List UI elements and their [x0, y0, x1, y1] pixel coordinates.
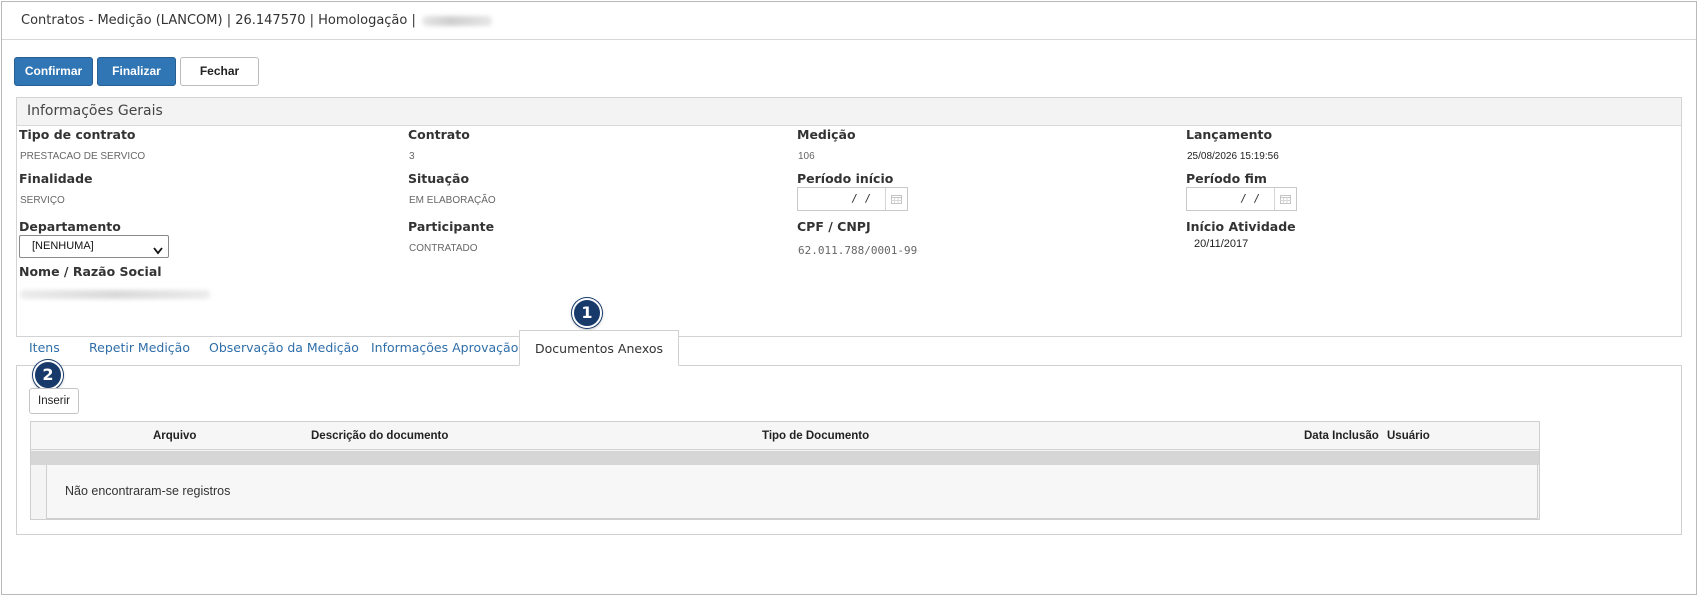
callout-marker-1: 1	[572, 298, 602, 328]
close-button[interactable]: Fechar	[180, 57, 259, 86]
table-header: Arquivo Descrição do documento Tipo de D…	[31, 422, 1539, 450]
redacted-user	[421, 15, 492, 26]
confirm-button[interactable]: Confirmar	[14, 57, 93, 86]
department-select[interactable]: [NENHUMA]	[19, 235, 169, 258]
documents-table: Arquivo Descrição do documento Tipo de D…	[30, 421, 1540, 520]
cpf-cnpj-label: CPF / CNPJ	[797, 219, 871, 234]
period-end-input[interactable]: / /	[1187, 188, 1274, 210]
status-label: Situação	[408, 171, 470, 186]
insert-button[interactable]: Inserir	[29, 388, 79, 414]
table-body: Não encontraram-se registros	[46, 465, 1538, 519]
measurement-label: Medição	[797, 127, 856, 142]
period-end-field[interactable]: / /	[1186, 187, 1297, 211]
window-title-bar: Contratos - Medição (LANCOM) | 26.147570…	[2, 2, 1696, 40]
participant-label: Participante	[408, 219, 495, 234]
name-label: Nome / Razão Social	[19, 264, 162, 279]
column-header-descricao[interactable]: Descrição do documento	[311, 422, 448, 450]
callout-marker-2: 2	[33, 360, 63, 390]
measurement-value: 106	[798, 151, 815, 162]
contract-value: 3	[409, 151, 415, 162]
empty-records-message: Não encontraram-se registros	[65, 484, 231, 498]
tab-informacoes-aprovacao[interactable]: Informações Aprovação	[371, 330, 518, 366]
activity-start-label: Início Atividade	[1186, 219, 1296, 234]
status-value: EM ELABORAÇÃO	[409, 195, 496, 206]
calendar-icon[interactable]	[1274, 188, 1296, 210]
purpose-value: SERVIÇO	[20, 195, 65, 206]
period-start-input[interactable]: / /	[798, 188, 885, 210]
cpf-cnpj-value: 62.011.788/0001-99	[798, 244, 918, 257]
department-select-value: [NENHUMA]	[32, 240, 94, 252]
window-title: Contratos - Medição (LANCOM) | 26.147570…	[21, 13, 416, 28]
chevron-down-icon	[153, 242, 163, 263]
purpose-label: Finalidade	[19, 171, 93, 186]
column-header-data-inclusao[interactable]: Data Inclusão	[1304, 422, 1379, 450]
contract-type-value: PRESTACAO DE SERVICO	[20, 151, 146, 162]
column-header-arquivo[interactable]: Arquivo	[153, 422, 196, 450]
period-start-label: Período início	[797, 171, 894, 186]
launch-value: 25/08/2026 15:19:56	[1187, 151, 1279, 162]
contract-type-label: Tipo de contrato	[19, 127, 136, 142]
activity-start-value: 20/11/2017	[1194, 238, 1249, 250]
contract-label: Contrato	[408, 127, 470, 142]
table-group-band	[31, 451, 1539, 465]
participant-value: CONTRATADO	[409, 243, 478, 254]
period-start-field[interactable]: / /	[797, 187, 908, 211]
calendar-icon[interactable]	[885, 188, 907, 210]
finalize-button[interactable]: Finalizar	[97, 57, 176, 86]
redacted-name-value	[20, 290, 210, 299]
column-header-usuario[interactable]: Usuário	[1387, 422, 1430, 450]
tab-repetir-medicao[interactable]: Repetir Medição	[89, 330, 190, 366]
period-end-label: Período fim	[1186, 171, 1267, 186]
department-label: Departamento	[19, 219, 121, 234]
launch-label: Lançamento	[1186, 127, 1273, 142]
general-info-heading: Informações Gerais	[17, 98, 1681, 126]
tab-documentos-anexos[interactable]: Documentos Anexos	[519, 330, 680, 366]
column-header-tipo[interactable]: Tipo de Documento	[762, 422, 869, 450]
tab-observacao-medicao[interactable]: Observação da Medição	[209, 330, 359, 366]
